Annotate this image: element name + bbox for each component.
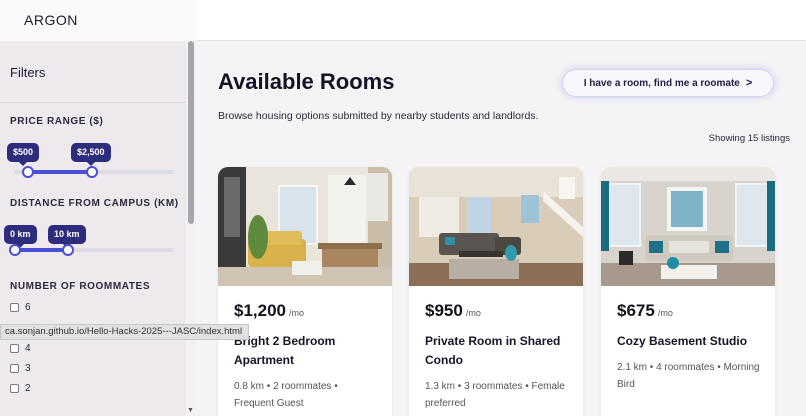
price-row: $950 /mo [425, 301, 571, 321]
checkbox[interactable] [10, 383, 19, 393]
price-range-heading: PRICE RANGE ($) [10, 116, 104, 127]
checkbox[interactable] [10, 302, 19, 312]
listing-body: $675 /mo Cozy Basement Studio 2.1 km • 4… [617, 301, 763, 393]
price-min-handle[interactable] [22, 166, 34, 178]
chevron-right-icon: > [745, 77, 753, 89]
scroll-thumb[interactable] [188, 41, 194, 224]
listing-photo [601, 167, 775, 286]
roommates-option[interactable]: 6 [10, 300, 31, 314]
distance-min-bubble: 0 km [4, 225, 37, 248]
price-row: $675 /mo [617, 301, 763, 321]
top-bar: ARGON [0, 0, 806, 41]
status-bar-url: ca.sonjan.github.io/Hello-Hacks-2025---J… [0, 324, 250, 340]
page-title: Available Rooms [218, 69, 395, 94]
listing-meta: 0.8 km • 2 roommates • Frequent Guest [234, 381, 338, 409]
listing-photo [218, 167, 392, 286]
sidebar-scrollbar[interactable]: ▼ [186, 41, 196, 416]
price-max-handle[interactable] [86, 166, 98, 178]
filters-sidebar: Filters PRICE RANGE ($) $500 $2,500 DIST… [0, 41, 196, 416]
find-roommate-button[interactable]: I have a room, find me a roomate > [562, 69, 774, 97]
page-subtitle: Browse housing options submitted by near… [218, 110, 539, 122]
roommates-option[interactable]: 2 [10, 381, 31, 395]
listing-meta: 2.1 km • 4 roommates • Morning Bird [617, 362, 760, 390]
price-range-slider[interactable] [14, 166, 174, 178]
listing-body: $1,200 /mo Bright 2 Bedroom Apartment 0.… [234, 301, 380, 412]
distance-heading: DISTANCE FROM CAMPUS (KM) [10, 198, 179, 209]
listing-title[interactable]: Cozy Basement Studio [617, 332, 763, 351]
checkbox[interactable] [10, 343, 19, 353]
main-content: Available Rooms I have a room, find me a… [197, 41, 806, 416]
price-range-fill [24, 170, 92, 174]
brand-logo[interactable]: ARGON [24, 12, 78, 28]
checkbox[interactable] [10, 363, 19, 373]
distance-min-handle[interactable] [9, 244, 21, 256]
roommates-option[interactable]: 3 [10, 361, 31, 375]
filters-title: Filters [10, 65, 46, 80]
listing-card[interactable]: $1,200 /mo Bright 2 Bedroom Apartment 0.… [218, 167, 392, 416]
price-period: /mo [289, 308, 305, 318]
listing-title[interactable]: Bright 2 Bedroom Apartment [234, 332, 380, 370]
price-min-bubble: $500 [7, 143, 40, 166]
roommates-option[interactable]: 4 [10, 341, 31, 355]
distance-max-bubble: 10 km [48, 225, 86, 248]
listing-price: $950 [425, 301, 463, 320]
listing-meta: 1.3 km • 3 roommates • Female preferred [425, 381, 565, 409]
distance-max-handle[interactable] [62, 244, 74, 256]
scroll-down-arrow-icon[interactable]: ▼ [187, 407, 194, 414]
listing-body: $950 /mo Private Room in Shared Condo 1.… [425, 301, 571, 412]
listing-card[interactable]: $675 /mo Cozy Basement Studio 2.1 km • 4… [601, 167, 775, 416]
price-period: /mo [465, 308, 481, 318]
listing-price: $675 [617, 301, 655, 320]
listing-photo [409, 167, 583, 286]
listing-price: $1,200 [234, 301, 286, 320]
distance-slider[interactable] [9, 244, 174, 256]
listing-card[interactable]: $950 /mo Private Room in Shared Condo 1.… [409, 167, 583, 416]
listing-count: Showing 15 listings [708, 133, 790, 144]
find-roommate-label: I have a room, find me a roomate [583, 77, 740, 89]
roommates-heading: NUMBER OF ROOMMATES [10, 281, 151, 292]
price-period: /mo [657, 308, 673, 318]
filters-divider [0, 102, 186, 103]
distance-fill [14, 248, 68, 252]
price-max-bubble: $2,500 [71, 143, 111, 166]
price-row: $1,200 /mo [234, 301, 380, 321]
listing-title[interactable]: Private Room in Shared Condo [425, 332, 571, 370]
